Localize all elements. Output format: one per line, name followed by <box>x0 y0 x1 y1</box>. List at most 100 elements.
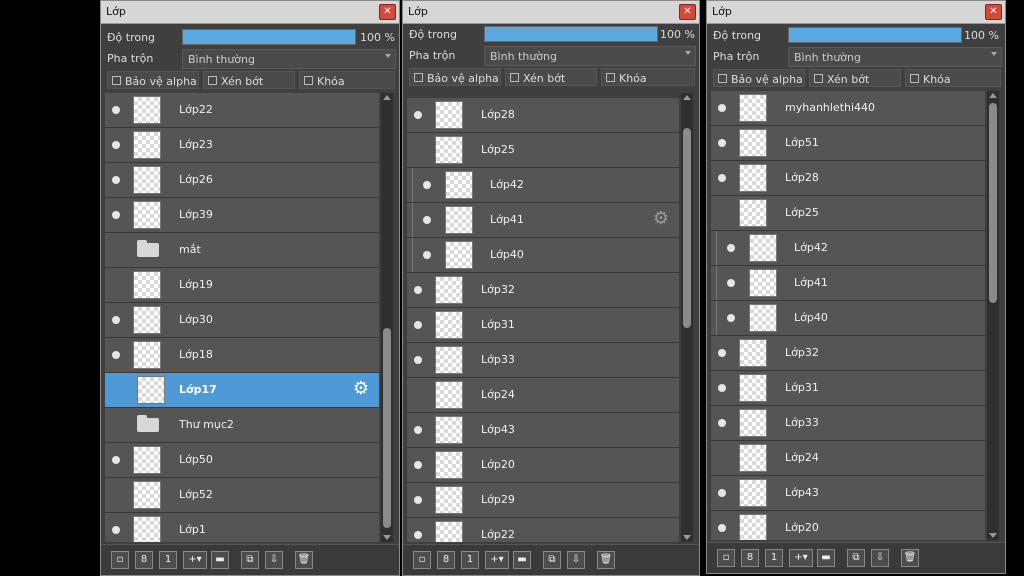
eye-icon[interactable] <box>718 524 726 532</box>
layer-row[interactable]: Lớp24 <box>407 378 679 413</box>
eye-icon[interactable] <box>112 106 120 114</box>
delete-layer-icon[interactable]: 🗑 <box>295 551 313 569</box>
layer-row[interactable]: Lớp33 <box>711 406 985 441</box>
layer-scrollbar[interactable] <box>381 93 393 542</box>
new-folder-icon[interactable]: ▬ <box>513 551 531 569</box>
eye-icon[interactable] <box>423 251 431 259</box>
layer-row[interactable]: Lớp29 <box>407 483 679 518</box>
layer-row[interactable]: Lớp22 <box>407 518 679 542</box>
clipped-layer-row[interactable]: Lớp40 <box>711 301 985 336</box>
new-layer-icon[interactable]: ▫ <box>111 551 129 569</box>
delete-layer-icon[interactable]: 🗑 <box>901 549 919 567</box>
layer-row[interactable]: Lớp33 <box>407 343 679 378</box>
layer-scrollbar[interactable] <box>987 91 999 540</box>
scroll-thumb[interactable] <box>383 328 391 528</box>
folder-row[interactable]: mắt <box>105 233 379 268</box>
blend-mode-select[interactable]: Bình thường <box>788 47 1002 67</box>
clipped-layer-row[interactable]: Lớp41 <box>711 266 985 301</box>
layer-scrollbar[interactable] <box>681 93 693 542</box>
layer-row[interactable]: Lớp28 <box>407 98 679 133</box>
eye-icon[interactable] <box>414 356 422 364</box>
new-layer-8bit-icon[interactable]: 8 <box>135 551 153 569</box>
close-button[interactable]: ✕ <box>679 4 696 20</box>
layer-row[interactable]: Lớp31 <box>711 371 985 406</box>
lock-checkbox[interactable]: Khóa <box>601 68 695 86</box>
layer-row[interactable]: Lớp1 <box>105 513 379 542</box>
eye-icon[interactable] <box>718 174 726 182</box>
eye-icon[interactable] <box>112 316 120 324</box>
duplicate-layer-icon[interactable]: ⧉ <box>543 551 561 569</box>
new-folder-icon[interactable]: ▬ <box>817 549 835 567</box>
add-layer-dropdown-icon[interactable]: +▾ <box>183 551 207 569</box>
scroll-up-icon[interactable] <box>383 95 391 100</box>
lock-checkbox[interactable]: Khóa <box>905 69 1001 87</box>
layer-row[interactable]: Lớp24 <box>711 441 985 476</box>
eye-icon[interactable] <box>727 314 735 322</box>
opacity-slider[interactable] <box>484 26 658 42</box>
eye-icon[interactable] <box>414 286 422 294</box>
eye-icon[interactable] <box>112 141 120 149</box>
panel-titlebar[interactable]: Lớp ✕ <box>101 1 399 24</box>
close-button[interactable]: ✕ <box>379 4 396 20</box>
gear-icon[interactable]: ⚙ <box>653 209 669 229</box>
new-layer-icon[interactable]: ▫ <box>717 549 735 567</box>
eye-icon[interactable] <box>414 321 422 329</box>
eye-icon[interactable] <box>727 244 735 252</box>
clipping-checkbox[interactable]: Xén bớt <box>809 69 901 87</box>
scroll-up-icon[interactable] <box>683 95 691 100</box>
clipped-layer-row[interactable]: Lớp42 <box>711 231 985 266</box>
panel-titlebar[interactable]: Lớp ✕ <box>707 1 1005 24</box>
eye-icon[interactable] <box>414 461 422 469</box>
eye-icon[interactable] <box>112 456 120 464</box>
layer-row[interactable]: Lớp18 <box>105 338 379 373</box>
merge-down-icon[interactable]: ⇩ <box>567 551 585 569</box>
scroll-thumb[interactable] <box>683 128 691 328</box>
layer-row[interactable]: Lớp32 <box>711 336 985 371</box>
eye-icon[interactable] <box>718 349 726 357</box>
protect-alpha-checkbox[interactable]: Bảo vệ alpha <box>713 69 805 87</box>
eye-icon[interactable] <box>718 489 726 497</box>
layer-row[interactable]: Lớp26 <box>105 163 379 198</box>
new-layer-1bit-icon[interactable]: 1 <box>765 549 783 567</box>
panel-titlebar[interactable]: Lớp ✕ <box>403 1 699 24</box>
layer-row[interactable]: Lớp19 <box>105 268 379 303</box>
protect-alpha-checkbox[interactable]: Bảo vệ alpha <box>409 68 501 86</box>
clipping-checkbox[interactable]: Xén bớt <box>505 68 597 86</box>
new-layer-8bit-icon[interactable]: 8 <box>437 551 455 569</box>
add-layer-dropdown-icon[interactable]: +▾ <box>789 549 813 567</box>
lock-checkbox[interactable]: Khóa <box>299 71 395 89</box>
eye-icon[interactable] <box>727 279 735 287</box>
scroll-thumb[interactable] <box>989 103 997 303</box>
clipped-layer-row[interactable]: Lớp42 <box>407 168 679 203</box>
delete-layer-icon[interactable]: 🗑 <box>597 551 615 569</box>
layer-row[interactable]: Lớp43 <box>407 413 679 448</box>
eye-icon[interactable] <box>112 526 120 534</box>
eye-icon[interactable] <box>414 496 422 504</box>
duplicate-layer-icon[interactable]: ⧉ <box>241 551 259 569</box>
eye-icon[interactable] <box>112 211 120 219</box>
layer-row[interactable]: Lớp25 <box>711 196 985 231</box>
scroll-down-icon[interactable] <box>683 535 691 540</box>
new-layer-icon[interactable]: ▫ <box>413 551 431 569</box>
new-layer-1bit-icon[interactable]: 1 <box>461 551 479 569</box>
merge-down-icon[interactable]: ⇩ <box>871 549 889 567</box>
layer-row[interactable]: Lớp32 <box>407 273 679 308</box>
opacity-slider[interactable] <box>788 27 962 43</box>
add-layer-dropdown-icon[interactable]: +▾ <box>485 551 509 569</box>
layer-row[interactable]: Lớp52 <box>105 478 379 513</box>
layer-row[interactable]: Lớp20 <box>407 448 679 483</box>
layer-row[interactable]: Lớp43 <box>711 476 985 511</box>
protect-alpha-checkbox[interactable]: Bảo vệ alpha <box>107 71 199 89</box>
layer-row[interactable]: Lớp31 <box>407 308 679 343</box>
eye-icon[interactable] <box>414 111 422 119</box>
layer-row[interactable]: Lớp39 <box>105 198 379 233</box>
scroll-down-icon[interactable] <box>989 533 997 538</box>
blend-mode-select[interactable]: Bình thường <box>182 49 396 69</box>
opacity-slider[interactable] <box>182 29 356 45</box>
clipped-layer-row[interactable]: Lớp40 <box>407 238 679 273</box>
eye-icon[interactable] <box>112 176 120 184</box>
new-layer-1bit-icon[interactable]: 1 <box>159 551 177 569</box>
clipped-layer-row[interactable]: Lớp41 ⚙ <box>407 203 679 238</box>
new-layer-8bit-icon[interactable]: 8 <box>741 549 759 567</box>
layer-row[interactable]: Lớp20 <box>711 511 985 540</box>
